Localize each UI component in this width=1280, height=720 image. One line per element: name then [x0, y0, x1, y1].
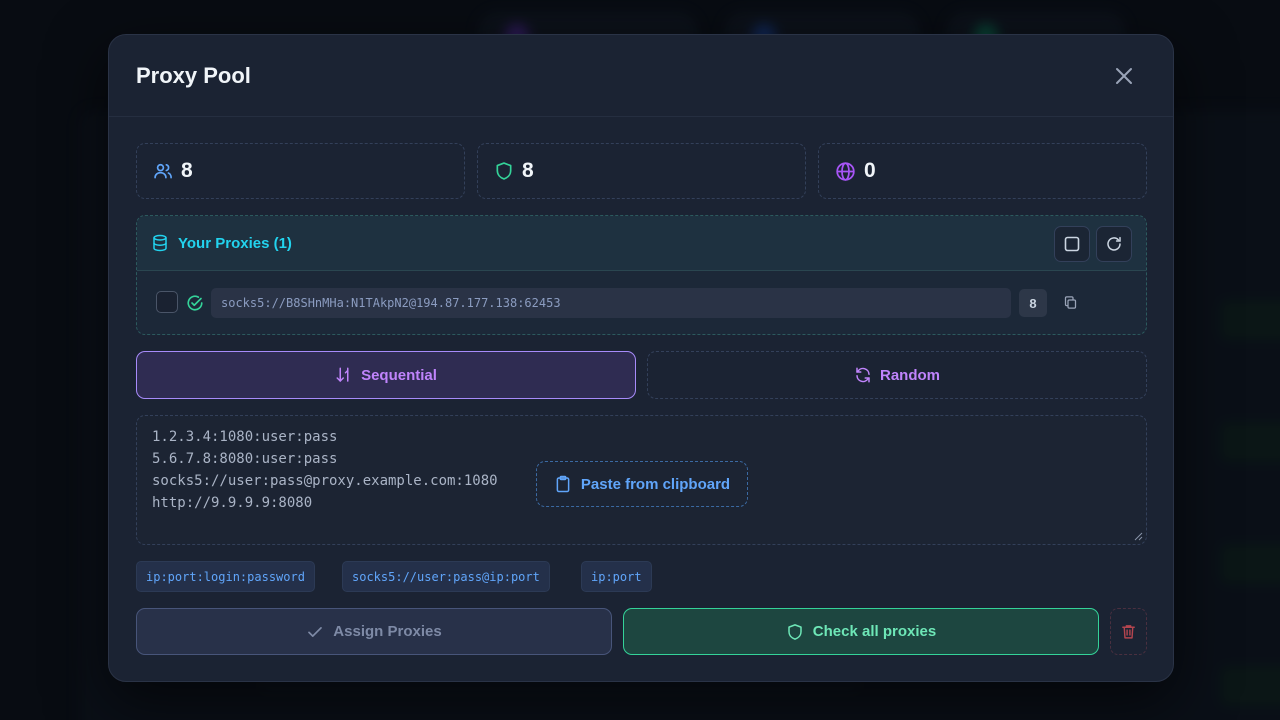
- square-icon: [1064, 236, 1080, 252]
- proxy-input-textarea[interactable]: 1.2.3.4:1080:user:pass 5.6.7.8:8080:user…: [136, 415, 1147, 545]
- assign-proxies-button[interactable]: Assign Proxies: [136, 608, 612, 655]
- your-proxies-panel: Your Proxies (1) socks5://B8SHnMHa:N1TAk…: [136, 215, 1147, 335]
- input-line: http://9.9.9.9:8080: [152, 495, 313, 511]
- proxy-list-item: socks5://B8SHnMHa:N1TAkpN2@194.87.177.13…: [137, 271, 1146, 334]
- close-icon: [1116, 68, 1132, 84]
- proxy-checkbox[interactable]: [156, 291, 178, 313]
- users-icon: [154, 163, 172, 179]
- sequential-mode-label: Sequential: [361, 366, 437, 384]
- database-icon: [153, 234, 167, 252]
- your-proxies-title: Your Proxies (1): [178, 234, 292, 252]
- input-line: socks5://user:pass@proxy.example.com:108…: [152, 473, 498, 489]
- format-chip[interactable]: ip:port: [581, 561, 652, 592]
- close-button[interactable]: [1113, 65, 1135, 87]
- proxy-usage-count: 8: [1019, 289, 1047, 317]
- modal-header: Proxy Pool: [109, 35, 1173, 117]
- stat-global-value: 0: [864, 159, 876, 182]
- refresh-icon: [1107, 236, 1121, 251]
- check-all-proxies-label: Check all proxies: [812, 623, 937, 640]
- copy-icon[interactable]: [1063, 295, 1078, 310]
- shuffle-icon: [856, 367, 870, 383]
- format-chip[interactable]: socks5://user:pass@ip:port: [342, 561, 550, 592]
- random-mode-label: Random: [880, 366, 940, 384]
- shield-icon: [496, 162, 512, 180]
- resize-handle-icon[interactable]: [1134, 532, 1143, 541]
- paste-from-clipboard-button[interactable]: Paste from clipboard: [536, 461, 748, 507]
- random-mode-button[interactable]: Random: [647, 351, 1147, 399]
- sort-icon: [336, 367, 349, 382]
- input-line: 1.2.3.4:1080:user:pass: [152, 429, 338, 445]
- assign-proxies-label: Assign Proxies: [333, 623, 442, 640]
- stat-users: 8: [136, 143, 465, 199]
- check-icon: [308, 626, 323, 637]
- check-all-proxies-button[interactable]: Check all proxies: [623, 608, 1099, 655]
- input-line: 5.6.7.8:8080:user:pass: [152, 451, 338, 467]
- paste-label: Paste from clipboard: [580, 475, 731, 493]
- stat-users-value: 8: [181, 159, 193, 182]
- stat-global: 0: [818, 143, 1147, 199]
- check-circle-icon: [187, 295, 203, 311]
- proxy-address[interactable]: socks5://B8SHnMHa:N1TAkpN2@194.87.177.13…: [211, 288, 1011, 318]
- refresh-button[interactable]: [1096, 226, 1132, 262]
- sequential-mode-button[interactable]: Sequential: [136, 351, 636, 399]
- trash-icon: [1122, 625, 1135, 639]
- shield-icon: [788, 623, 802, 640]
- modal-title: Proxy Pool: [136, 63, 251, 88]
- stat-protected-value: 8: [522, 159, 534, 182]
- clipboard-icon: [556, 475, 570, 493]
- stat-protected: 8: [477, 143, 806, 199]
- your-proxies-header: Your Proxies (1): [137, 216, 1146, 271]
- delete-button[interactable]: [1110, 608, 1147, 655]
- globe-icon: [836, 161, 855, 181]
- proxy-pool-modal: Proxy Pool 8 8 0 Your Proxies (1) socks5…: [108, 34, 1174, 682]
- format-chip[interactable]: ip:port:login:password: [136, 561, 315, 592]
- select-all-button[interactable]: [1054, 226, 1090, 262]
